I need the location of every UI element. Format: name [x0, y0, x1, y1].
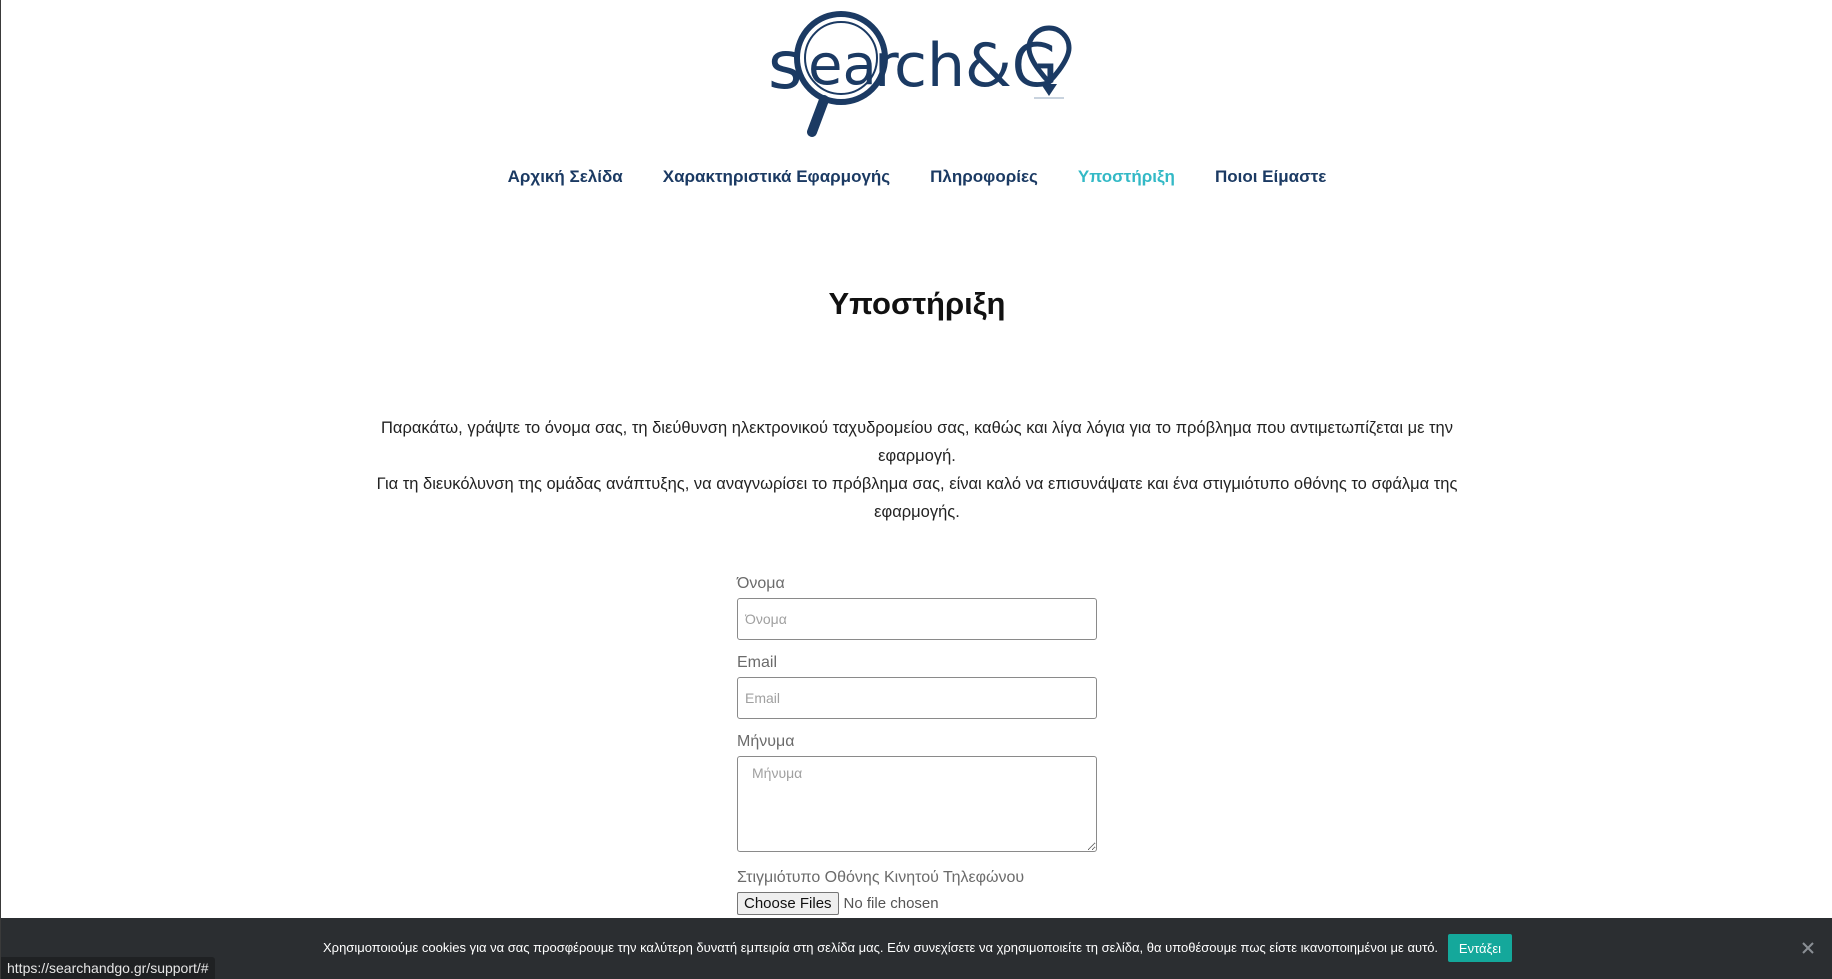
screenshot-group: Στιγμιότυπο Οθόνης Κινητού Τηλεφώνου Cho… — [737, 869, 1097, 915]
email-group: Email — [737, 654, 1097, 719]
cookie-notice-text: Χρησιμοποιούμε cookies για να σας προσφέ… — [323, 940, 1439, 955]
nav-item-support[interactable]: Υποστήριξη — [1078, 167, 1175, 187]
logo-image: s ea r ch&G — [768, 11, 1072, 137]
email-field[interactable] — [737, 677, 1097, 719]
page: s ea r ch&G Αρχική Σελίδα Χαρακτηριστικά… — [0, 0, 1832, 979]
cookie-accept-button[interactable]: Εντάξει — [1448, 934, 1512, 962]
svg-text:ea: ea — [808, 33, 877, 98]
cookie-bar: Χρησιμοποιούμε cookies για να σας προσφέ… — [1, 918, 1832, 979]
nav-item-info[interactable]: Πληροφορίες — [930, 167, 1038, 187]
file-input: Choose Files No file chosen — [737, 892, 1097, 915]
status-bar-url: https://searchandgo.gr/support/# — [1, 957, 215, 979]
intro-text: Παρακάτω, γράψτε το όνομα σας, τη διεύθυ… — [367, 414, 1467, 526]
name-label: Όνομα — [737, 575, 785, 592]
message-label: Μήνυμα — [737, 733, 795, 750]
svg-text:s: s — [768, 27, 802, 104]
message-field[interactable] — [737, 756, 1097, 852]
email-label: Email — [737, 654, 778, 671]
page-title: Υποστήριξη — [828, 286, 1006, 321]
nav-item-features[interactable]: Χαρακτηριστικά Εφαρμογής — [663, 167, 890, 187]
intro-paragraph-1: Παρακάτω, γράψτε το όνομα σας, τη διεύθυ… — [381, 419, 1453, 465]
name-group: Όνομα — [737, 575, 1097, 640]
file-status: No file chosen — [843, 895, 939, 912]
choose-files-button[interactable]: Choose Files — [737, 892, 839, 915]
site-logo[interactable]: s ea r ch&G — [764, 8, 1074, 138]
message-group: Μήνυμα — [737, 733, 1097, 857]
nav-item-home[interactable]: Αρχική Σελίδα — [508, 167, 623, 187]
nav-item-about[interactable]: Ποιοι Είμαστε — [1215, 167, 1326, 187]
intro-paragraph-2: Για τη διευκόλυνση της ομάδας ανάπτυξης,… — [376, 475, 1458, 521]
main-nav: Αρχική Σελίδα Χαρακτηριστικά Εφαρμογής Π… — [1, 167, 1832, 187]
support-form: Όνομα Email Μήνυμα Στιγμιότυπο Οθόνης Κι… — [737, 575, 1097, 915]
close-icon[interactable] — [1798, 938, 1818, 958]
screenshot-label: Στιγμιότυπο Οθόνης Κινητού Τηλεφώνου — [737, 869, 1025, 886]
name-field[interactable] — [737, 598, 1097, 640]
